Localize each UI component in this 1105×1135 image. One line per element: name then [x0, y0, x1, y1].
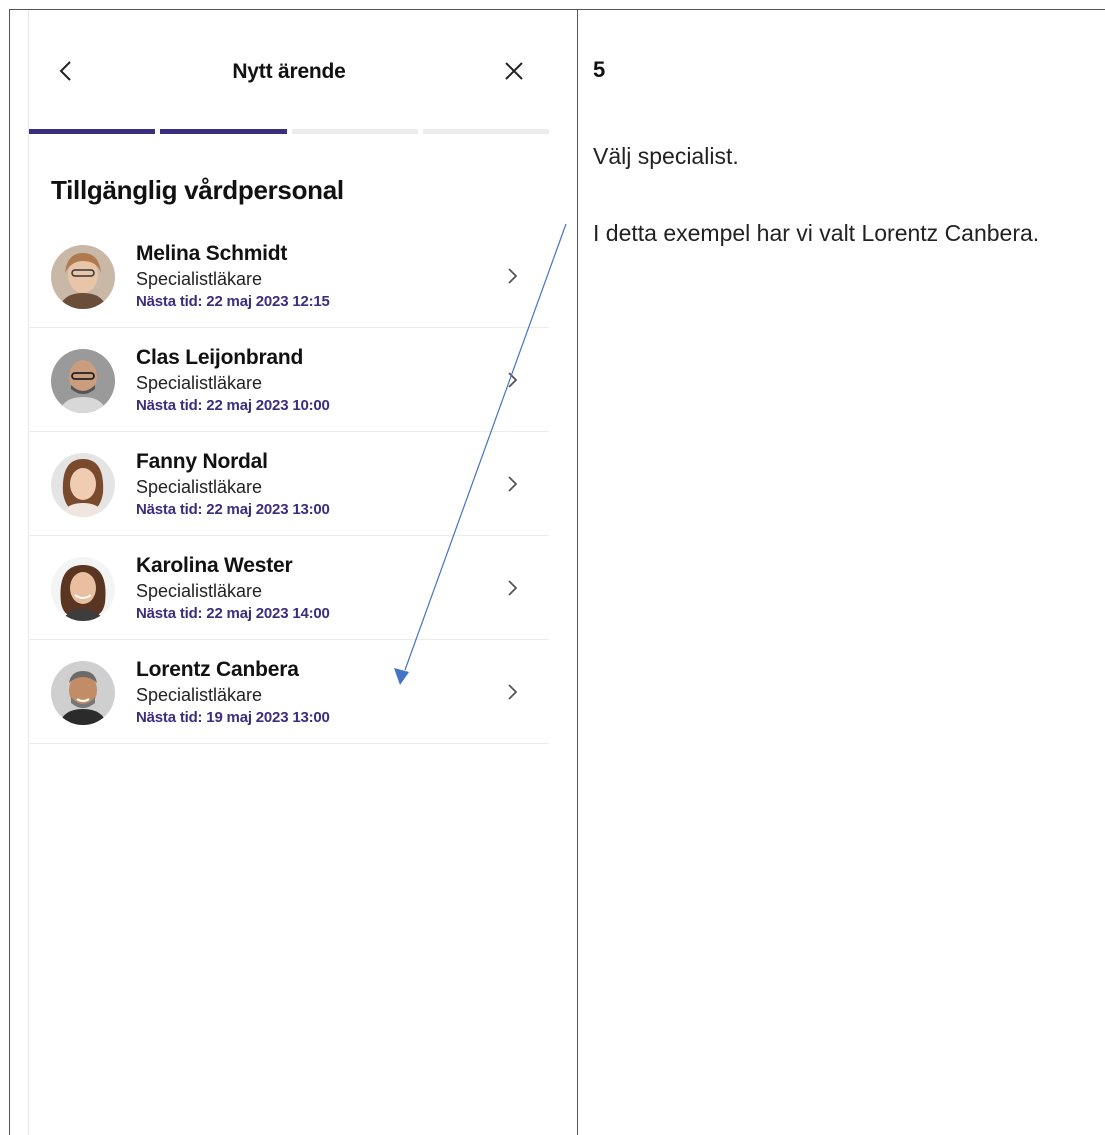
next-appointment: Nästa tid: 19 maj 2023 13:00: [136, 709, 330, 726]
staff-name: Melina Schmidt: [136, 242, 288, 265]
phone-screen: Nytt ärende Tillgänglig vårdpersonal Mel…: [28, 10, 549, 1135]
staff-name: Karolina Wester: [136, 554, 293, 577]
instruction-line-1: Välj specialist.: [593, 143, 739, 169]
staff-role: Specialistläkare: [136, 269, 263, 289]
next-appointment: Nästa tid: 22 maj 2023 14:00: [136, 605, 330, 622]
chevron-right-icon: [508, 684, 518, 700]
avatar: [51, 557, 115, 621]
close-button[interactable]: [499, 56, 529, 86]
avatar: [51, 453, 115, 517]
step-number: 5: [593, 57, 606, 82]
staff-name: Clas Leijonbrand: [136, 346, 304, 369]
staff-row-lorentz-canbera[interactable]: Lorentz Canbera Specialistläkare Nästa t…: [29, 640, 549, 744]
chevron-right-icon: [508, 268, 518, 284]
next-appointment: Nästa tid: 22 maj 2023 13:00: [136, 501, 330, 518]
close-icon: [505, 62, 523, 80]
next-appointment: Nästa tid: 22 maj 2023 10:00: [136, 397, 330, 414]
staff-row-fanny-nordal[interactable]: Fanny Nordal Specialistläkare Nästa tid:…: [29, 432, 549, 536]
chevron-right-icon: [508, 372, 518, 388]
chevron-right-icon: [508, 476, 518, 492]
next-appointment: Nästa tid: 22 maj 2023 12:15: [136, 293, 330, 310]
instruction-line-2: I detta exempel har vi valt Lorentz Canb…: [593, 220, 1040, 246]
staff-row-melina-schmidt[interactable]: Melina Schmidt Specialistläkare Nästa ti…: [29, 224, 549, 328]
progress-step-1: [29, 129, 156, 134]
chevron-right-icon: [508, 580, 518, 596]
staff-row-karolina-wester[interactable]: Karolina Wester Specialistläkare Nästa t…: [29, 536, 549, 640]
header: Nytt ärende: [29, 10, 549, 128]
avatar: [51, 349, 115, 413]
staff-role: Specialistläkare: [136, 581, 263, 601]
staff-row-clas-leijonbrand[interactable]: Clas Leijonbrand Specialistläkare Nästa …: [29, 328, 549, 432]
staff-role: Specialistläkare: [136, 477, 263, 497]
progress-step-2: [160, 129, 287, 134]
staff-list: Melina Schmidt Specialistläkare Nästa ti…: [29, 224, 549, 744]
staff-role: Specialistläkare: [136, 373, 263, 393]
progress-step-4: [422, 129, 549, 134]
avatar: [51, 661, 115, 725]
staff-name: Lorentz Canbera: [136, 658, 299, 681]
progress-step-3: [291, 129, 418, 134]
staff-name: Fanny Nordal: [136, 450, 268, 473]
staff-role: Specialistläkare: [136, 685, 263, 705]
page-title: Nytt ärende: [232, 60, 346, 83]
avatar: [51, 245, 115, 309]
table-cell-right: [577, 9, 1105, 1135]
progress-bar: [29, 129, 549, 134]
section-title: Tillgänglig vårdpersonal: [51, 175, 344, 205]
